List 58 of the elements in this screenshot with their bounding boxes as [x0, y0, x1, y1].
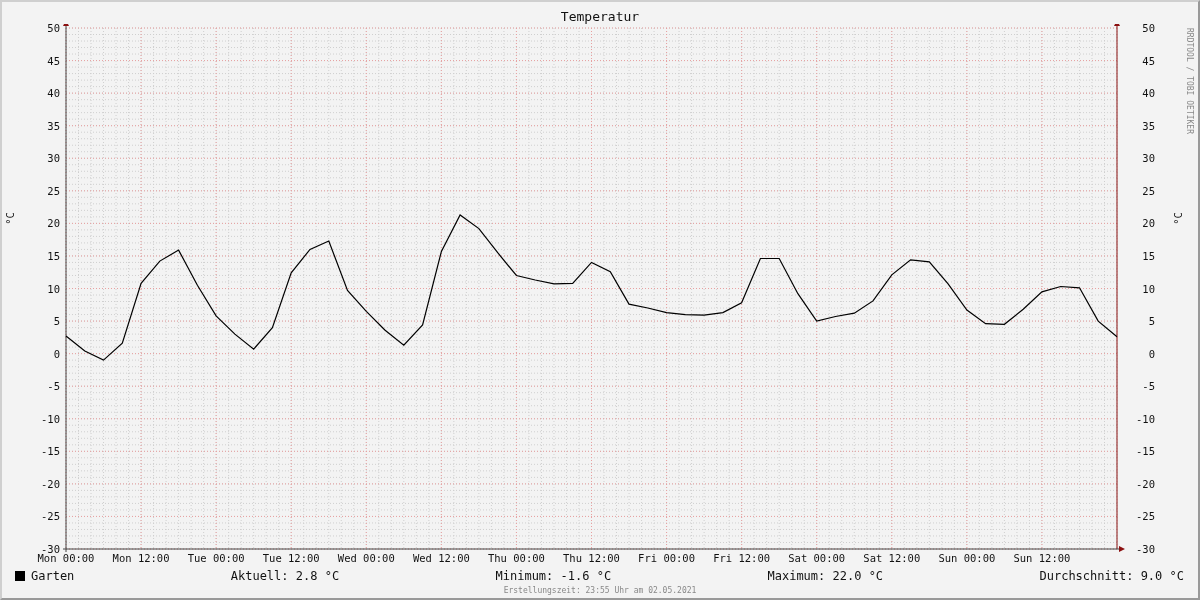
y-tick-label: 40 [47, 87, 60, 100]
x-tick-label: Sun 00:00 [938, 552, 996, 564]
x-tick-label: Fri 00:00 [638, 552, 695, 564]
y-tick-label: 45 [1142, 54, 1155, 67]
x-tick-label: Thu 00:00 [488, 552, 545, 564]
x-tick-label: Sun 12:00 [1013, 552, 1071, 564]
legend-label: Garten [31, 569, 75, 583]
y-tick-label: 25 [47, 184, 60, 197]
y-tick-label: -10 [41, 412, 60, 425]
y-tick-label: 30 [1142, 152, 1155, 165]
x-tick-label: Mon 00:00 [37, 552, 95, 564]
legend-stat: Maximum: 22.0 °C [767, 569, 884, 583]
y-tick-label: 20 [47, 217, 60, 230]
legend-stat: Durchschnitt: 9.0 °C [1039, 569, 1184, 583]
y-tick-label: 20 [1142, 217, 1155, 230]
y-tick-label: 15 [1142, 249, 1155, 262]
creation-time-text: Erstellungszeit: 23:55 Uhr am 02.05.2021 [503, 586, 697, 595]
y-tick-label: 45 [47, 54, 60, 67]
x-tick-label: Tue 12:00 [262, 552, 320, 564]
y-tick-label: 50 [47, 24, 60, 34]
legend-stat: Aktuell: 2.8 °C [230, 569, 340, 583]
y-tick-label: 25 [1142, 184, 1155, 197]
y-tick-label: 35 [1142, 119, 1155, 132]
y-tick-label: -10 [1136, 412, 1155, 425]
y-tick-label: 50 [1142, 24, 1155, 34]
y-tick-label: 5 [1148, 315, 1155, 328]
y-tick-label: 40 [1142, 87, 1155, 100]
y-tick-label: 30 [47, 152, 60, 165]
y-tick-label: -20 [41, 477, 60, 490]
x-tick-label: Thu 12:00 [563, 552, 620, 564]
y-tick-label: -30 [1136, 543, 1155, 555]
y-tick-label: -30 [41, 543, 60, 555]
y-tick-label: -15 [41, 445, 60, 458]
y-tick-label: -25 [41, 510, 60, 523]
y-axis-unit: °C [4, 212, 16, 225]
y-tick-label: 0 [53, 347, 60, 360]
y-tick-label: 5 [53, 315, 60, 328]
y-tick-label: -15 [1136, 445, 1155, 458]
watermark-text: RRDTOOL / TOBI OETIKER [1185, 28, 1194, 134]
y-tick-label: -20 [1136, 477, 1155, 490]
y-axis-unit: °C [1172, 212, 1184, 225]
y-tick-label: 10 [1142, 282, 1155, 295]
x-tick-label: Wed 00:00 [337, 552, 395, 564]
legend-stat: Minimum: -1.6 °C [495, 569, 612, 583]
x-tick-label: Mon 12:00 [112, 552, 170, 564]
y-tick-label: 15 [47, 249, 60, 262]
y-tick-label: -25 [1136, 510, 1155, 523]
chart-title: Temperatur [560, 9, 640, 24]
x-tick-label: Sat 12:00 [863, 552, 921, 564]
y-tick-label: 10 [47, 282, 60, 295]
y-tick-label: -5 [1142, 380, 1155, 393]
x-tick-label: Tue 00:00 [187, 552, 245, 564]
y-tick-label: 0 [1148, 347, 1155, 360]
y-tick-label: -5 [47, 380, 60, 393]
x-tick-label: Wed 12:00 [412, 552, 470, 564]
x-tick-label: Fri 12:00 [713, 552, 771, 564]
x-tick-label: Sat 00:00 [788, 552, 846, 564]
y-tick-label: 35 [47, 119, 60, 132]
